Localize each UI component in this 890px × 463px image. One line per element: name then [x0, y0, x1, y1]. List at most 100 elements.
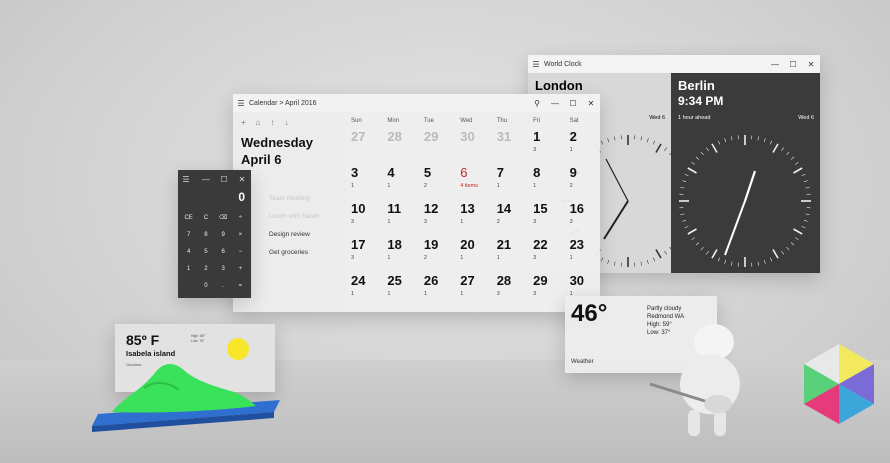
calculator-key[interactable]	[180, 278, 197, 295]
clock-tick	[613, 261, 616, 266]
day-event-count: 3	[569, 219, 573, 225]
clock-day-berlin: Wed 6	[798, 115, 814, 121]
download-icon[interactable]: ↓	[285, 118, 289, 127]
maximize-icon[interactable]: ☐	[564, 99, 582, 108]
calculator-window[interactable]: ☰ — ☐ ✕ 0 CE C ⌫ ÷ 7 8 9 × 4 5 6− 1 2 3 +0. =	[178, 170, 251, 298]
day-cell[interactable]: 19 2	[418, 238, 454, 274]
calculator-key[interactable]: 2	[197, 261, 214, 278]
day-event-count: 1	[533, 183, 537, 189]
day-number: 1	[533, 129, 541, 144]
day-number: 9	[569, 165, 577, 180]
day-cell[interactable]: 12 3	[418, 202, 454, 238]
day-cell[interactable]: 26 1	[418, 274, 454, 310]
day-cell[interactable]: 15 3	[527, 202, 563, 238]
day-cell[interactable]: 16 3	[564, 202, 600, 238]
calculator-key[interactable]: 0	[197, 278, 214, 295]
day-event-count: 3	[533, 219, 537, 225]
day-event-count: 3	[533, 255, 537, 261]
calculator-key[interactable]: ⌫	[215, 210, 232, 227]
clock-tick	[684, 173, 689, 177]
clock-tick	[695, 242, 700, 246]
calculator-key[interactable]: 4	[180, 244, 197, 261]
calculator-key[interactable]: C	[197, 210, 214, 227]
day-number: 14	[496, 201, 512, 216]
calculator-key[interactable]: 5	[197, 244, 214, 261]
day-cell[interactable]: 24 1	[345, 274, 381, 310]
day-cell[interactable]: 21 1	[491, 238, 527, 274]
day-cell[interactable]: 20 1	[454, 238, 490, 274]
clock-tick	[607, 259, 610, 264]
close-icon[interactable]: ✕	[802, 60, 820, 69]
day-cell[interactable]: 52	[418, 166, 454, 202]
day-cell[interactable]: 28	[381, 130, 417, 166]
day-cell[interactable]: 41	[381, 166, 417, 202]
day-cell[interactable]: 13	[527, 130, 563, 166]
day-event-count: 1	[423, 291, 427, 297]
day-cell[interactable]: 21	[564, 130, 600, 166]
hamburger-icon[interactable]: ☰	[233, 99, 249, 108]
day-cell[interactable]: 71	[491, 166, 527, 202]
day-cell[interactable]: 22 3	[527, 238, 563, 274]
clock-time-berlin: 9:34 PM	[678, 94, 724, 108]
day-cell[interactable]: 28 3	[491, 274, 527, 310]
day-cell[interactable]: 27 1	[454, 274, 490, 310]
day-cell[interactable]: 92	[564, 166, 600, 202]
add-event-button[interactable]: +	[241, 118, 246, 127]
clock-tick	[655, 249, 662, 259]
tile-meta: High: 88° Low: 76°	[191, 334, 205, 344]
day-cell[interactable]: 23 1	[564, 238, 600, 274]
day-cell-today[interactable]: 6 4 items	[454, 166, 490, 202]
maximize-icon[interactable]: ☐	[784, 60, 802, 69]
search-icon[interactable]: ⚲	[528, 99, 546, 108]
day-cell[interactable]: 29 3	[527, 274, 563, 310]
day-cell[interactable]: 17 3	[345, 238, 381, 274]
calculator-key[interactable]: CE	[180, 210, 197, 227]
day-cell[interactable]: 25 1	[381, 274, 417, 310]
minimize-icon[interactable]: —	[546, 99, 564, 108]
day-cell[interactable]: 30	[454, 130, 490, 166]
calculator-key[interactable]: 1	[180, 261, 197, 278]
clock-tick	[607, 138, 610, 143]
day-cell[interactable]: 31	[345, 166, 381, 202]
day-event-count: 3	[533, 147, 537, 153]
calculator-key[interactable]: 6	[215, 244, 232, 261]
home-icon[interactable]: ⌂	[256, 118, 261, 127]
day-cell[interactable]: 18 1	[381, 238, 417, 274]
day-number: 21	[496, 237, 512, 252]
calculator-key[interactable]: ×	[232, 227, 249, 244]
maximize-icon[interactable]: ☐	[215, 175, 233, 184]
calculator-key[interactable]: +	[232, 261, 249, 278]
clock-tick	[805, 186, 810, 189]
close-icon[interactable]: ✕	[233, 175, 251, 184]
share-icon[interactable]: ↑	[271, 118, 275, 127]
day-cell[interactable]: 14 2	[491, 202, 527, 238]
calculator-key[interactable]: −	[232, 244, 249, 261]
clock-tick	[805, 213, 810, 216]
day-number: 15	[533, 201, 548, 216]
calculator-key[interactable]: 7	[180, 227, 197, 244]
day-cell[interactable]: 29	[418, 130, 454, 166]
day-cell[interactable]: 13 1	[454, 202, 490, 238]
minimize-icon[interactable]: —	[766, 60, 784, 69]
calculator-key[interactable]: ÷	[232, 210, 249, 227]
close-icon[interactable]: ✕	[582, 99, 600, 108]
day-cell[interactable]: 81	[527, 166, 563, 202]
hamburger-icon[interactable]: ☰	[528, 60, 544, 69]
calendar-window[interactable]: ☰ Calendar > April 2016 ⚲ — ☐ ✕ + ⌂ ↑ ↓ …	[233, 94, 600, 312]
calculator-key[interactable]: 3	[215, 261, 232, 278]
calculator-key[interactable]: 9	[215, 227, 232, 244]
clock-tick	[687, 167, 697, 174]
day-cell[interactable]: 27	[345, 130, 381, 166]
day-number: 30	[460, 129, 475, 144]
clock-pane-berlin[interactable]: Berlin 9:34 PM 1 hour ahead Wed 6	[671, 73, 820, 273]
day-number: 20	[460, 237, 475, 252]
minimize-icon[interactable]: —	[197, 175, 215, 184]
hamburger-icon[interactable]: ☰	[178, 175, 194, 184]
day-cell[interactable]: 10 3	[345, 202, 381, 238]
day-cell[interactable]: 31	[491, 130, 527, 166]
calculator-key[interactable]: .	[215, 278, 232, 295]
calculator-key[interactable]: 8	[197, 227, 214, 244]
calculator-key[interactable]: =	[232, 278, 249, 295]
day-cell[interactable]: 11 1	[381, 202, 417, 238]
day-number: 30	[569, 273, 585, 288]
